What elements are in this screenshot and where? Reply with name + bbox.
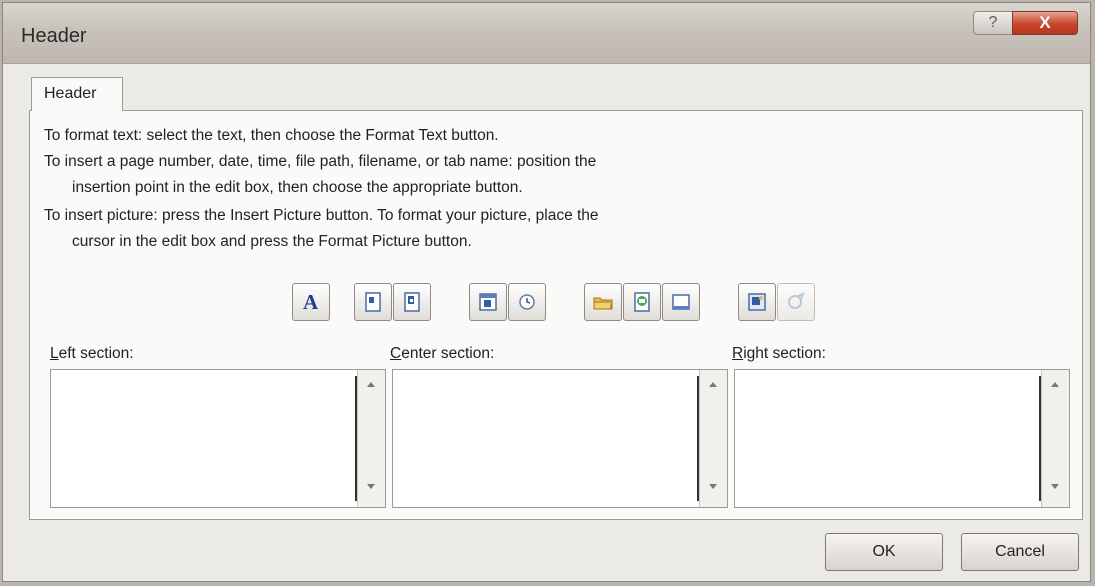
tab-header[interactable]: Header (31, 77, 123, 111)
format-text-icon: A (303, 290, 319, 314)
scroll-down-icon[interactable] (367, 484, 375, 489)
insert-page-number-icon (365, 292, 381, 312)
insert-file-name-button[interactable] (623, 283, 661, 321)
format-text-button[interactable]: A (292, 283, 330, 321)
header-tab-panel: To format text: select the text, then ch… (29, 110, 1083, 520)
instruction-line-1: To format text: select the text, then ch… (44, 127, 499, 144)
center-section-label: Center section: (390, 345, 495, 362)
cancel-button[interactable]: Cancel (961, 533, 1079, 571)
right-section-scrollbar[interactable] (1041, 370, 1069, 507)
insert-time-icon (519, 294, 535, 310)
format-picture-button[interactable] (777, 283, 815, 321)
instruction-line-4: To insert picture: press the Insert Pict… (44, 207, 599, 224)
insert-number-of-pages-button[interactable] (393, 283, 431, 321)
left-section-label: Left section: (50, 345, 134, 362)
right-section-label: Right section: (732, 345, 826, 362)
close-icon: X (1039, 13, 1051, 32)
insert-number-of-pages-icon (404, 292, 420, 312)
help-button[interactable]: ? (973, 11, 1013, 35)
format-picture-icon (788, 292, 805, 309)
scroll-up-icon[interactable] (709, 382, 717, 387)
insert-date-button[interactable] (469, 283, 507, 321)
tab-header-label: Header (44, 85, 97, 102)
insert-file-path-button[interactable] (584, 283, 622, 321)
insert-picture-button[interactable] (738, 283, 776, 321)
scroll-up-icon[interactable] (1051, 382, 1059, 387)
right-section-editbox[interactable] (734, 369, 1070, 508)
title-bar[interactable]: Header ? X (3, 3, 1090, 64)
insert-file-name-icon (634, 292, 650, 312)
insert-file-path-icon (593, 297, 613, 310)
header-dialog: Header ? X Header To format text: select… (2, 2, 1091, 582)
scroll-down-icon[interactable] (1051, 484, 1059, 489)
ok-button[interactable]: OK (825, 533, 943, 571)
insert-page-number-button[interactable] (354, 283, 392, 321)
insert-sheet-name-icon (672, 294, 690, 310)
center-section-scrollbar[interactable] (699, 370, 727, 507)
instruction-line-5: cursor in the edit box and press the For… (72, 233, 472, 250)
left-section-editbox[interactable] (50, 369, 386, 508)
insert-picture-icon (748, 293, 766, 311)
help-icon: ? (988, 14, 998, 31)
close-button[interactable]: X (1012, 11, 1078, 35)
insert-time-button[interactable] (508, 283, 546, 321)
insert-date-icon (479, 293, 497, 311)
instruction-line-3: insertion point in the edit box, then ch… (72, 179, 523, 196)
dialog-title: Header (21, 25, 87, 47)
center-section-editbox[interactable] (392, 369, 728, 508)
scroll-up-icon[interactable] (367, 382, 375, 387)
instruction-line-2: To insert a page number, date, time, fil… (44, 153, 597, 170)
insert-sheet-name-button[interactable] (662, 283, 700, 321)
scroll-down-icon[interactable] (709, 484, 717, 489)
left-section-scrollbar[interactable] (357, 370, 385, 507)
